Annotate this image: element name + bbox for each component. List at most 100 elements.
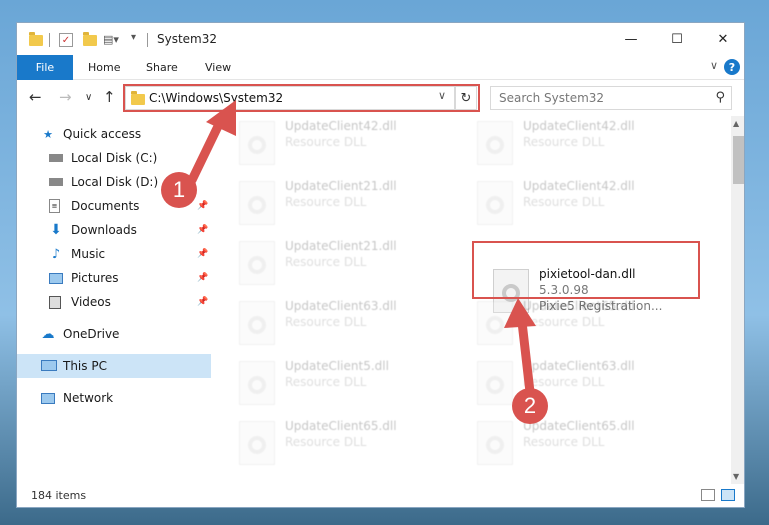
file-name: UpdateClient65.dll [523, 299, 635, 313]
file-list: UpdateClient42.dll Resource DLL UpdateCl… [211, 116, 731, 484]
scroll-thumb[interactable] [733, 136, 744, 184]
pin-icon[interactable]: 📌 [197, 273, 208, 283]
file-description: Resource DLL [523, 195, 605, 209]
sidebar-item-label: OneDrive [63, 327, 120, 341]
dll-file-icon [477, 121, 513, 165]
file-name: UpdateClient42.dll [523, 119, 635, 133]
scroll-up-icon[interactable]: ▲ [733, 119, 739, 128]
recent-locations-button[interactable]: ∨ [85, 92, 92, 103]
new-folder-icon[interactable] [83, 32, 97, 46]
sidebar-item-label: Local Disk (D:) [71, 175, 159, 189]
sidebar-item-videos[interactable]: Videos 📌 [17, 290, 211, 314]
tab-file[interactable]: File [17, 55, 73, 80]
pin-icon[interactable]: 📌 [197, 225, 208, 235]
computer-icon [41, 360, 57, 371]
file-description: Resource DLL [285, 435, 367, 449]
ribbon-expand-icon[interactable]: ∨ [710, 59, 718, 72]
file-item[interactable]: UpdateClient42.dll Resource DLL [477, 116, 707, 168]
file-highlight [472, 241, 700, 299]
file-description: Resource DLL [523, 135, 605, 149]
star-icon: ★ [43, 127, 53, 141]
dll-file-icon [477, 421, 513, 465]
step-2-badge: 2 [512, 388, 548, 424]
window-title: System32 [157, 32, 218, 46]
search-input[interactable]: Search System32 [499, 91, 604, 105]
drive-icon [49, 154, 63, 162]
chevron-down-icon[interactable]: ▾ [131, 32, 136, 48]
sidebar-item-label: This PC [63, 359, 107, 373]
details-view-icon[interactable] [701, 489, 715, 501]
vertical-scrollbar[interactable]: ▲ ▼ [731, 116, 744, 484]
dll-file-icon [239, 241, 275, 285]
file-description: Resource DLL [285, 255, 367, 269]
help-icon[interactable]: ? [724, 59, 740, 75]
forward-button[interactable]: → [59, 88, 72, 106]
pin-icon[interactable]: 📌 [197, 249, 208, 259]
title-bar: ✓ ▤▾ ▾ System32 — ☐ ✕ [17, 23, 744, 55]
back-button[interactable]: ← [29, 88, 42, 106]
minimize-button[interactable]: — [608, 23, 654, 55]
file-name: UpdateClient63.dll [523, 359, 635, 373]
large-icons-view-icon[interactable] [721, 489, 735, 501]
sidebar-item-label: Pictures [71, 271, 119, 285]
pin-icon[interactable]: 📌 [197, 297, 208, 307]
file-description: Resource DLL [285, 315, 367, 329]
file-item[interactable]: UpdateClient63.dll Resource DLL [477, 356, 707, 408]
file-description: Resource DLL [523, 435, 605, 449]
sidebar-item-label: Network [63, 391, 114, 405]
status-bar: 184 items [17, 484, 744, 507]
dll-file-icon [239, 301, 275, 345]
folder-icon[interactable] [29, 32, 43, 46]
tab-view[interactable]: View [205, 61, 231, 74]
navigation-pane: ★ Quick access Local Disk (C:) Local Dis… [17, 116, 211, 484]
file-description: Resource DLL [523, 315, 605, 329]
dll-file-icon [477, 181, 513, 225]
dll-file-icon [239, 181, 275, 225]
file-name: UpdateClient21.dll [285, 239, 397, 253]
sidebar-item-quick-access[interactable]: ★ Quick access [17, 122, 211, 146]
pin-icon[interactable]: 📌 [197, 201, 208, 211]
sidebar-item-this-pc[interactable]: This PC [17, 354, 211, 378]
file-item[interactable]: UpdateClient5.dll Resource DLL [239, 356, 469, 408]
dll-file-icon [239, 421, 275, 465]
file-item[interactable]: UpdateClient65.dll Resource DLL [477, 416, 707, 468]
tab-share[interactable]: Share [146, 61, 178, 74]
videos-icon [49, 296, 61, 309]
music-icon: ♪ [51, 246, 61, 262]
sidebar-item-network[interactable]: Network [17, 386, 211, 410]
file-description: Resource DLL [523, 375, 605, 389]
file-name: UpdateClient63.dll [285, 299, 397, 313]
sidebar-item-label: Local Disk (C:) [71, 151, 158, 165]
file-item[interactable]: UpdateClient63.dll Resource DLL [239, 296, 469, 348]
close-button[interactable]: ✕ [700, 23, 744, 55]
maximize-button[interactable]: ☐ [654, 23, 700, 55]
title-separator [147, 33, 148, 47]
search-icon[interactable]: ⚲ [715, 90, 725, 105]
file-name: UpdateClient65.dll [285, 419, 397, 433]
sidebar-item-local-disk-c[interactable]: Local Disk (C:) [17, 146, 211, 170]
sidebar-item-label: Quick access [63, 127, 142, 141]
file-name: UpdateClient21.dll [285, 179, 397, 193]
scroll-down-icon[interactable]: ▼ [733, 472, 739, 481]
search-box[interactable]: Search System32 ⚲ [490, 86, 732, 110]
file-item[interactable]: UpdateClient21.dll Resource DLL [239, 176, 469, 228]
download-icon: ⬇ [50, 222, 62, 238]
file-name: UpdateClient42.dll [523, 179, 635, 193]
sidebar-item-pictures[interactable]: Pictures 📌 [17, 266, 211, 290]
sidebar-item-onedrive[interactable]: ☁ OneDrive [17, 322, 211, 346]
file-item[interactable]: UpdateClient42.dll Resource DLL [239, 116, 469, 168]
dll-file-icon [477, 361, 513, 405]
properties-icon[interactable]: ✓ [59, 33, 73, 47]
sidebar-item-downloads[interactable]: ⬇ Downloads 📌 [17, 218, 211, 242]
sidebar-item-label: Videos [71, 295, 111, 309]
navigation-bar: ← → ∨ ↑ C:\Windows\System32 ∨ ↻ Search S… [17, 80, 744, 116]
customize-toolbar-icon[interactable]: ▤▾ [103, 33, 119, 49]
up-button[interactable]: ↑ [103, 88, 116, 106]
file-item[interactable]: UpdateClient65.dll Resource DLL [239, 416, 469, 468]
file-item[interactable]: UpdateClient42.dll Resource DLL [477, 176, 707, 228]
tab-home[interactable]: Home [88, 61, 120, 74]
file-item[interactable]: UpdateClient21.dll Resource DLL [239, 236, 469, 288]
sidebar-item-label: Music [71, 247, 106, 261]
file-item[interactable]: UpdateClient65.dll Resource DLL [477, 296, 707, 348]
sidebar-item-music[interactable]: ♪ Music 📌 [17, 242, 211, 266]
